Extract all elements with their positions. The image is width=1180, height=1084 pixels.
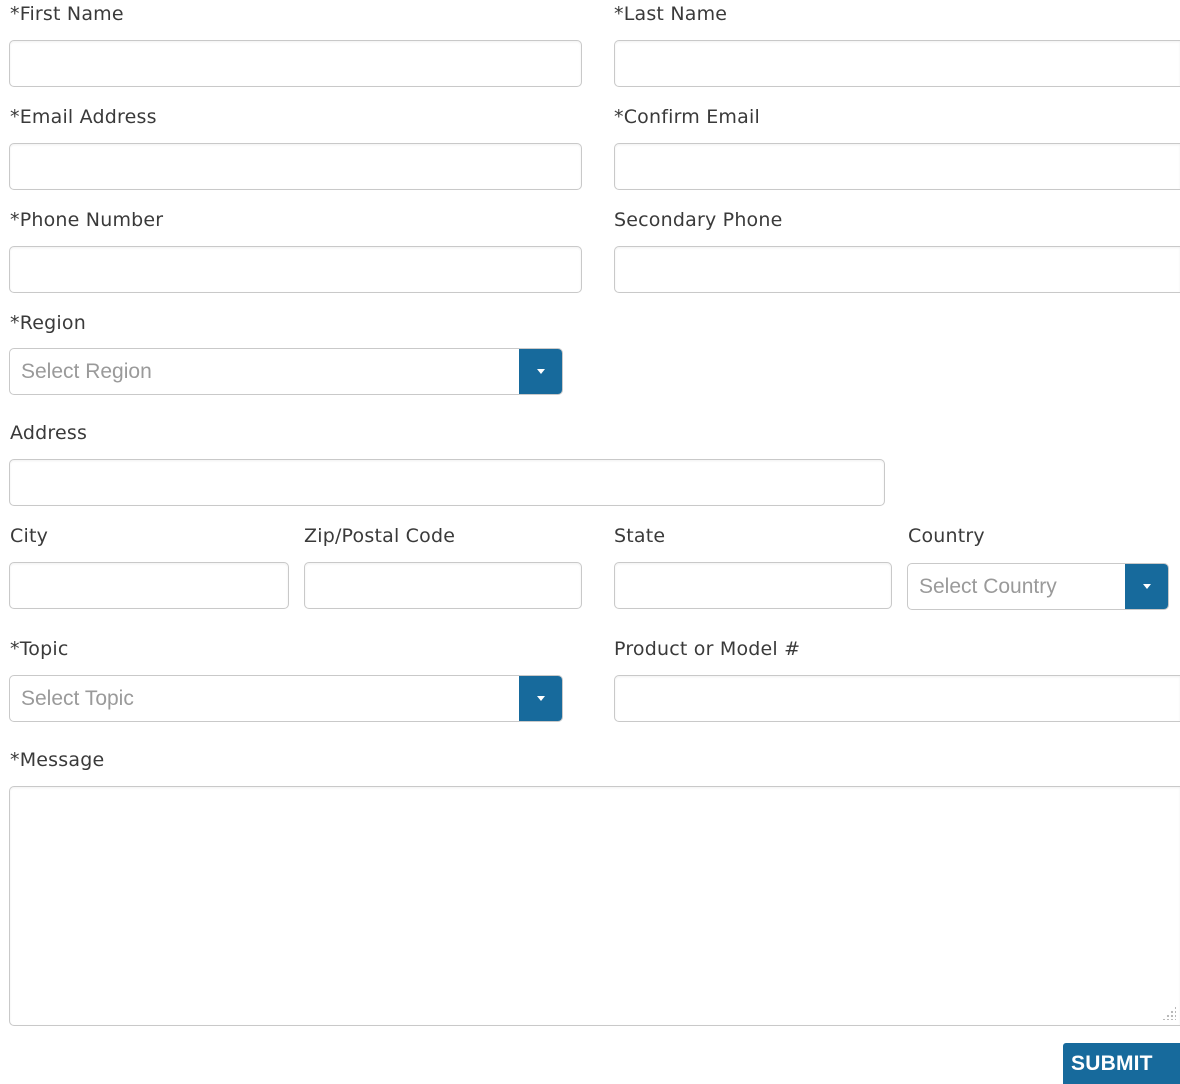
city-input[interactable]: [9, 562, 289, 609]
product-model-input[interactable]: [614, 675, 1180, 722]
address-input[interactable]: [9, 459, 885, 506]
submit-button[interactable]: SUBMIT: [1063, 1043, 1180, 1084]
caret-down-icon: [1143, 584, 1151, 589]
city-label: City: [10, 525, 49, 547]
topic-select[interactable]: Select Topic: [9, 675, 563, 722]
region-dropdown-button[interactable]: [519, 349, 562, 394]
message-label: *Message: [10, 749, 105, 771]
country-select[interactable]: Select Country: [907, 563, 1169, 610]
zip-input[interactable]: [304, 562, 582, 609]
region-label: *Region: [10, 312, 86, 334]
secondary-phone-label: Secondary Phone: [614, 209, 783, 231]
country-selected-value: Select Country: [919, 575, 1057, 598]
country-label: Country: [908, 525, 985, 547]
phone-label: *Phone Number: [10, 209, 164, 231]
secondary-phone-input[interactable]: [614, 246, 1180, 293]
confirm-email-input[interactable]: [614, 143, 1180, 190]
topic-dropdown-button[interactable]: [519, 676, 562, 721]
first-name-label: *First Name: [10, 3, 124, 25]
confirm-email-label: *Confirm Email: [614, 106, 760, 128]
state-label: State: [614, 525, 666, 547]
region-select[interactable]: Select Region: [9, 348, 563, 395]
product-label: Product or Model #: [614, 638, 801, 660]
message-textarea[interactable]: [9, 786, 1180, 1026]
last-name-input[interactable]: [614, 40, 1180, 87]
topic-label: *Topic: [10, 638, 69, 660]
first-name-input[interactable]: [9, 40, 582, 87]
last-name-label: *Last Name: [614, 3, 728, 25]
zip-label: Zip/Postal Code: [304, 525, 456, 547]
region-selected-value: Select Region: [21, 360, 152, 383]
topic-selected-value: Select Topic: [21, 687, 134, 710]
email-input[interactable]: [9, 143, 582, 190]
state-input[interactable]: [614, 562, 892, 609]
caret-down-icon: [537, 369, 545, 374]
country-dropdown-button[interactable]: [1125, 564, 1168, 609]
address-label: Address: [10, 422, 88, 444]
email-label: *Email Address: [10, 106, 157, 128]
phone-input[interactable]: [9, 246, 582, 293]
contact-form: *First Name *Last Name *Email Address *C…: [0, 0, 1180, 1084]
caret-down-icon: [537, 696, 545, 701]
